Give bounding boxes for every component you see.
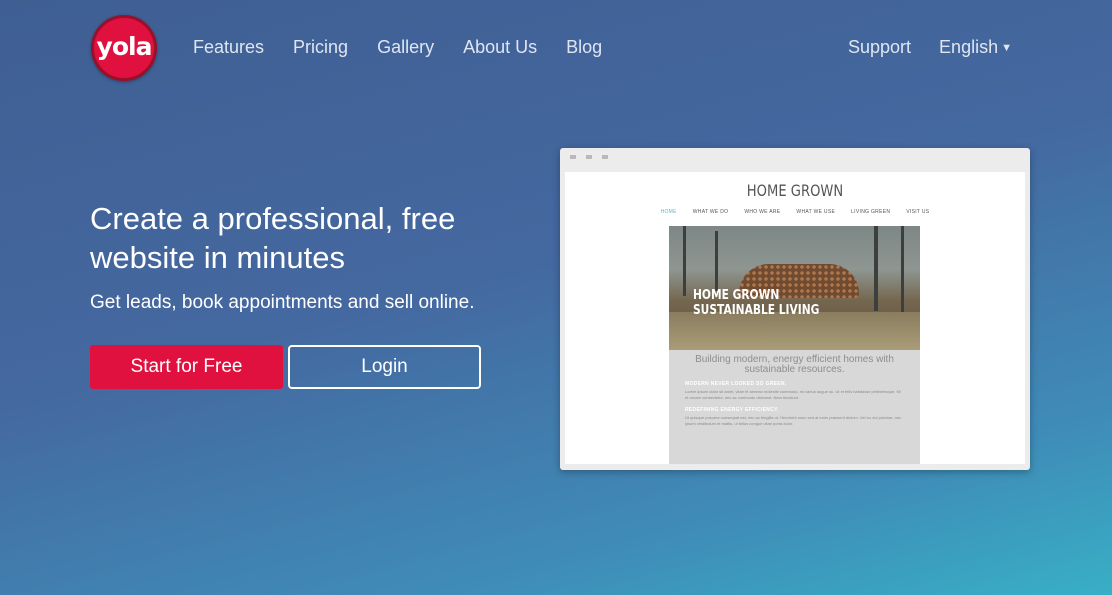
nav-gallery[interactable]: Gallery — [377, 37, 434, 58]
preview-nav-item: LIVING GREEN — [851, 209, 891, 215]
login-button[interactable]: Login — [288, 345, 481, 389]
nav-about-us[interactable]: About Us — [463, 37, 537, 58]
tree-shape — [715, 231, 718, 291]
preview-nav-item: WHAT WE DO — [692, 209, 729, 215]
preview-hero-image: HOME GROWN SUSTAINABLE LIVING — [669, 226, 920, 350]
preview-nav-item: VISIT US — [906, 209, 930, 215]
window-dot-icon — [570, 155, 576, 159]
preview-viewport: HOME GROWN HOME WHAT WE DO WHO WE ARE WH… — [565, 172, 1025, 464]
secondary-nav: Support English ▼ — [848, 37, 1040, 58]
hero-subtitle: Get leads, book appointments and sell on… — [90, 292, 475, 313]
preview-nav-item: WHO WE ARE — [744, 209, 781, 215]
window-dot-icon — [602, 155, 608, 159]
window-dots — [570, 155, 618, 159]
tree-shape — [874, 226, 878, 311]
preview-caption-line: SUSTAINABLE LIVING — [693, 303, 820, 318]
tree-shape — [683, 226, 686, 296]
website-preview-window: HOME GROWN HOME WHAT WE DO WHO WE ARE WH… — [560, 148, 1030, 470]
yola-logo[interactable]: yola — [91, 15, 157, 81]
preview-tagline: Building modern, energy efficient homes … — [695, 354, 894, 375]
tree-shape — [901, 226, 904, 316]
preview-nav-item: WHAT WE USE — [796, 209, 836, 215]
preview-site-nav: HOME WHAT WE DO WHO WE ARE WHAT WE USE L… — [565, 209, 1025, 215]
preview-nav-item: HOME — [660, 209, 677, 215]
preview-content: Building modern, energy efficient homes … — [669, 350, 920, 464]
caret-down-icon: ▼ — [1001, 42, 1012, 54]
nav-pricing[interactable]: Pricing — [293, 37, 348, 58]
main-nav: Features Pricing Gallery About Us Blog — [193, 37, 631, 58]
language-label: English — [939, 37, 999, 57]
nav-blog[interactable]: Blog — [566, 37, 602, 58]
preview-section-heading: REDEFINING ENERGY EFFICIENCY. — [685, 407, 779, 413]
window-dot-icon — [586, 155, 592, 159]
hero-title: Create a professional, free website in m… — [90, 201, 456, 275]
logo-text: yola — [96, 32, 153, 61]
preview-section-text: Lorem ipsum dolor sit amet, vitae et aen… — [685, 389, 901, 400]
preview-section-heading: MODERN NEVER LOOKED SO GREEN. — [685, 381, 787, 387]
preview-section-text: Ut quisque posuere consequat est, nec ac… — [685, 415, 902, 426]
preview-caption-line: HOME GROWN — [693, 288, 780, 303]
language-selector[interactable]: English ▼ — [939, 37, 1012, 58]
preview-hero-caption: HOME GROWN SUSTAINABLE LIVING — [693, 288, 819, 318]
start-for-free-button[interactable]: Start for Free — [90, 345, 283, 389]
preview-site-title: HOME GROWN — [746, 181, 844, 200]
nav-features[interactable]: Features — [193, 37, 264, 58]
nav-support[interactable]: Support — [848, 37, 911, 58]
